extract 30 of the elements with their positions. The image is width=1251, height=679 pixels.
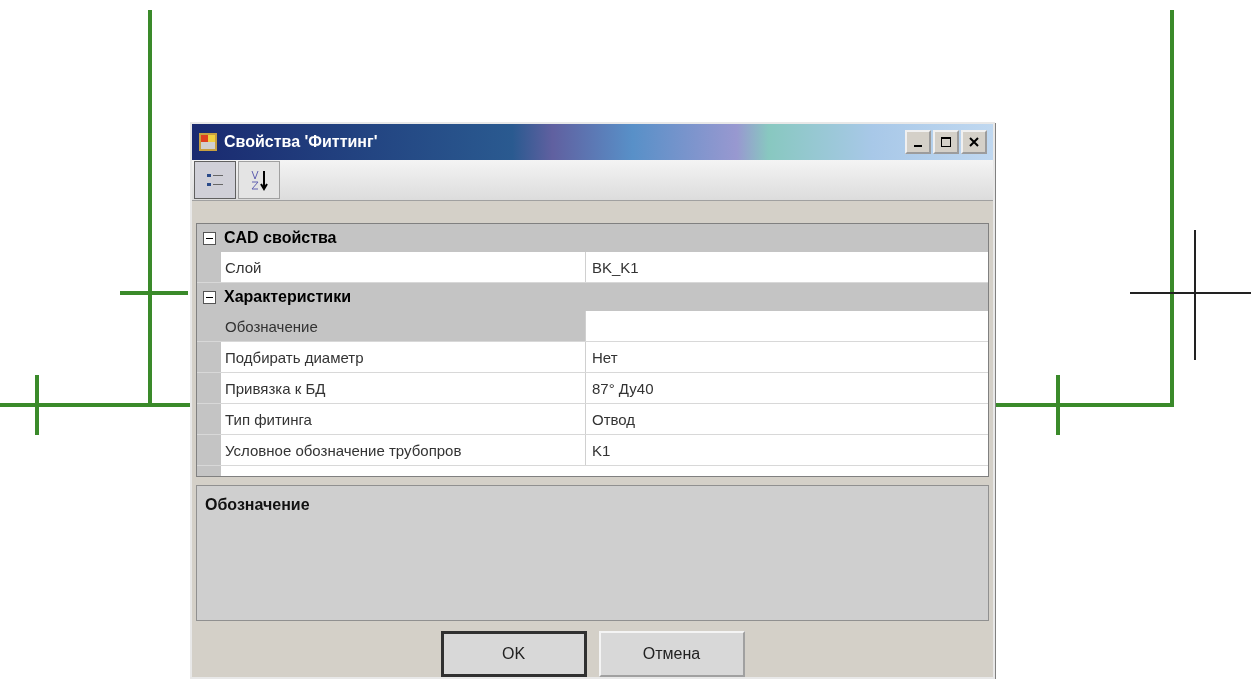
collapse-icon[interactable] bbox=[203, 290, 216, 304]
property-name[interactable]: Тип фитинга bbox=[221, 404, 586, 434]
property-name[interactable]: Слой bbox=[221, 252, 586, 282]
sort-icon bbox=[249, 169, 269, 191]
cancel-button[interactable]: Отмена bbox=[598, 631, 745, 677]
property-name[interactable]: Подбирать диаметр bbox=[221, 342, 586, 372]
description-title: Обозначение bbox=[205, 496, 310, 513]
property-value[interactable]: Отвод bbox=[586, 404, 988, 434]
property-value[interactable]: K1 bbox=[586, 435, 988, 465]
property-name[interactable]: Обозначение bbox=[221, 311, 586, 341]
minimize-button[interactable] bbox=[905, 130, 931, 154]
maximize-icon bbox=[940, 136, 952, 148]
close-button[interactable] bbox=[961, 130, 987, 154]
collapse-icon[interactable] bbox=[203, 231, 216, 245]
sort-button[interactable] bbox=[238, 161, 280, 199]
property-value[interactable]: BK_K1 bbox=[586, 252, 988, 282]
minimize-icon bbox=[914, 145, 922, 147]
property-name[interactable]: Привязка к БД bbox=[221, 373, 586, 403]
close-icon bbox=[968, 136, 980, 148]
category-header[interactable]: Характеристики bbox=[224, 288, 351, 306]
property-name[interactable]: Условное обозначение трубопров bbox=[221, 435, 586, 465]
categorized-button[interactable] bbox=[194, 161, 236, 199]
window-title: Свойства 'Фиттинг' bbox=[224, 133, 379, 151]
crosshair-icon bbox=[1129, 229, 1251, 361]
category-header[interactable]: CAD свойства bbox=[224, 229, 337, 247]
property-value[interactable]: Нет bbox=[586, 342, 988, 372]
maximize-button[interactable] bbox=[933, 130, 959, 154]
property-value[interactable]: 87° Ду40 bbox=[586, 373, 988, 403]
app-icon bbox=[198, 132, 218, 152]
ok-button[interactable]: OK bbox=[440, 631, 587, 677]
